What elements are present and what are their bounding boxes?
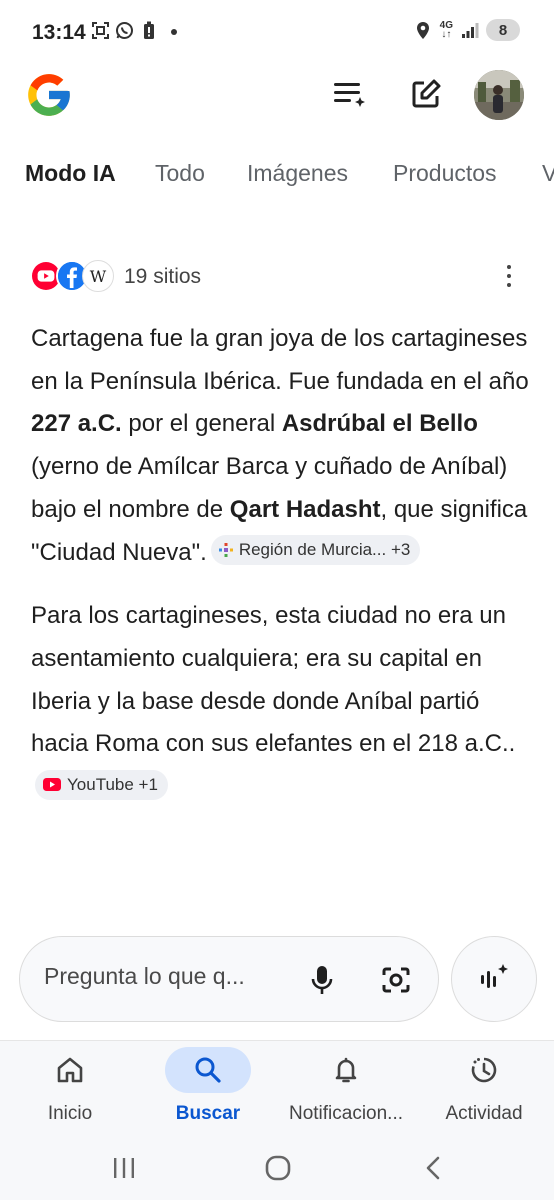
network-type: 4G ↓↑	[439, 20, 453, 40]
signal-icon	[460, 21, 479, 40]
ai-mode-voice-button[interactable]	[451, 936, 537, 1022]
more-options-icon[interactable]	[502, 262, 516, 290]
home-icon	[27, 1047, 113, 1093]
new-chat-icon[interactable]	[406, 74, 446, 114]
system-navigation-bar	[0, 1136, 554, 1200]
status-time: 13:14	[32, 21, 86, 44]
app-header	[0, 62, 554, 134]
back-icon[interactable]	[414, 1148, 454, 1188]
answer-paragraph-2: Para los cartagineses, esta ciudad no er…	[31, 595, 531, 809]
tab-todo[interactable]: Todo	[155, 160, 205, 187]
sources-row[interactable]: W 19 sitios	[30, 258, 524, 298]
citation-chip-region-murcia[interactable]: Región de Murcia... +3	[210, 534, 421, 565]
search-input[interactable]	[44, 963, 294, 990]
history-icon[interactable]	[330, 74, 370, 114]
battery-saver-icon	[139, 21, 158, 40]
status-icons-left	[91, 21, 158, 40]
nav-label: Inicio	[47, 1103, 93, 1124]
citation-chip-label: Región de Murcia... +3	[238, 539, 411, 559]
ai-sparkle-icon	[481, 964, 508, 988]
citation-chip-label: YouTube +1	[67, 774, 158, 794]
youtube-chip-icon	[43, 778, 61, 792]
status-icons-right: 4G ↓↑ 8	[414, 19, 520, 41]
nav-inicio[interactable]: Inicio	[0, 1047, 140, 1137]
wikipedia-icon: W	[82, 260, 114, 292]
bell-icon	[303, 1047, 389, 1093]
screenshot-icon	[91, 21, 110, 40]
tab-productos[interactable]: Productos	[393, 160, 497, 187]
nav-label: Actividad	[445, 1103, 523, 1124]
search-icon	[165, 1047, 251, 1093]
bottom-navigation: Inicio Buscar Notificacion... Actividad	[0, 1040, 554, 1136]
location-icon	[414, 21, 433, 40]
tab-imagenes[interactable]: Imágenes	[247, 160, 348, 187]
sources-count: 19 sitios	[124, 265, 202, 288]
ask-search-box[interactable]	[19, 936, 439, 1022]
screen: 13:14 4G ↓↑ 8 Modo IA Todo Imágenes Prod…	[0, 0, 554, 1200]
battery-indicator: 8	[486, 19, 520, 41]
recent-apps-icon[interactable]	[104, 1148, 144, 1188]
home-button-icon[interactable]	[258, 1148, 298, 1188]
answer-paragraph-1: Cartagena fue la gran joya de los cartag…	[31, 325, 529, 566]
source-icons: W	[30, 260, 116, 294]
region-murcia-icon	[218, 542, 233, 557]
nav-buscar[interactable]: Buscar	[138, 1047, 278, 1137]
nav-actividad[interactable]: Actividad	[414, 1047, 554, 1137]
notification-dot	[171, 29, 177, 35]
nav-label: Buscar	[175, 1103, 241, 1124]
google-logo[interactable]	[24, 70, 74, 120]
ai-answer: Cartagena fue la gran joya de los cartag…	[31, 318, 531, 809]
tab-videos[interactable]: V	[542, 160, 554, 187]
lens-camera-icon[interactable]	[375, 959, 417, 1001]
nav-label: Notificacion...	[288, 1103, 404, 1124]
citation-chip-youtube[interactable]: YouTube +1	[35, 769, 168, 800]
nav-notificaciones[interactable]: Notificacion...	[276, 1047, 416, 1137]
microphone-icon[interactable]	[301, 959, 343, 1001]
avatar[interactable]	[474, 70, 524, 120]
activity-icon	[441, 1047, 527, 1093]
whatsapp-icon	[115, 21, 134, 40]
tab-modo-ia[interactable]: Modo IA	[25, 160, 116, 187]
status-bar: 13:14 4G ↓↑ 8	[0, 0, 554, 62]
search-tabs: Modo IA Todo Imágenes Productos V	[0, 152, 554, 198]
